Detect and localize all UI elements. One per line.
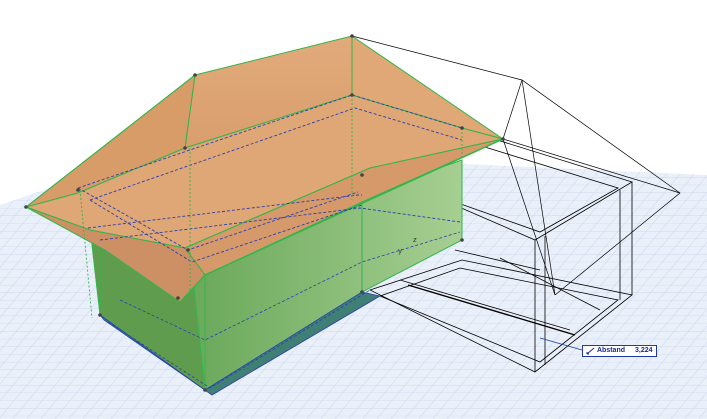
tracker-label: Abstand — [597, 347, 625, 354]
3d-viewport[interactable]: z y Abstand 3,224 — [0, 0, 707, 419]
tracker-value[interactable]: 3,224 — [635, 346, 653, 356]
distance-icon — [586, 347, 595, 355]
axis-z-label: z — [413, 236, 417, 244]
distance-tracker[interactable]: Abstand 3,224 — [582, 345, 657, 357]
axis-y-label: y — [398, 247, 403, 255]
